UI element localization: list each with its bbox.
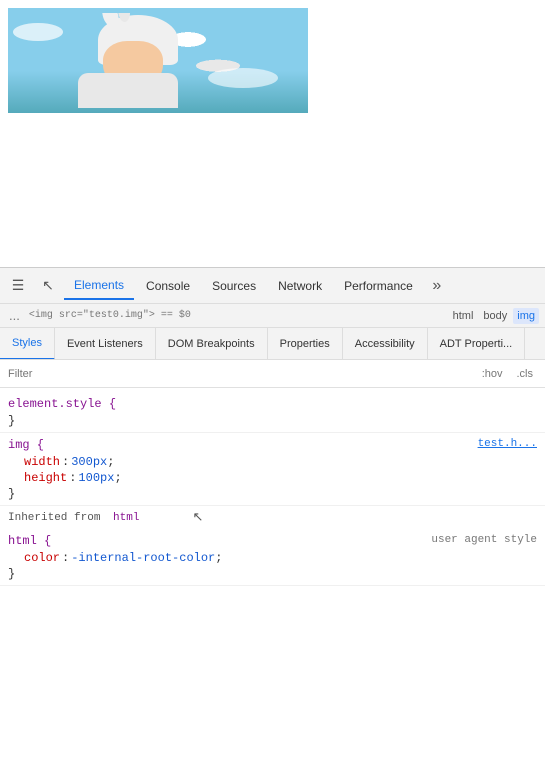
css-colon-2: : [69, 471, 76, 485]
css-prop-value-height: 100px [78, 471, 114, 485]
css-close-brace-element: } [0, 413, 545, 429]
breadcrumb-code[interactable]: <img src="test0.img"> == $0 [25, 308, 195, 323]
anime-image [8, 8, 308, 113]
css-selector-element: element.style { [8, 397, 116, 411]
css-source-link[interactable]: test.h... [478, 438, 537, 450]
css-close-brace-html: } [0, 566, 545, 582]
tab-elements[interactable]: Elements [64, 272, 134, 300]
breadcrumb-bar: ... <img src="test0.img"> == $0 html bod… [0, 304, 545, 328]
breadcrumb-html[interactable]: html [449, 308, 478, 324]
page-content [0, 0, 545, 267]
more-tabs-button[interactable]: » [425, 272, 449, 300]
subtab-properties[interactable]: Properties [268, 328, 343, 360]
filter-options: :hov .cls [478, 366, 537, 382]
css-semi-3: ; [215, 551, 222, 565]
subtab-styles[interactable]: Styles [0, 328, 55, 360]
css-colon-1: : [62, 455, 69, 469]
breadcrumb-dots: ... [6, 308, 23, 323]
css-prop-height: height : 100px ; [0, 470, 545, 486]
hov-filter[interactable]: :hov [478, 366, 507, 382]
css-rule-header-html: html { user agent style [0, 532, 545, 550]
css-semi-2: ; [114, 471, 121, 485]
filter-bar: :hov .cls [0, 360, 545, 388]
filter-input[interactable] [8, 368, 478, 380]
inherited-tag: html [113, 512, 139, 524]
inherited-text: Inherited from [8, 512, 100, 524]
user-agent-label: user agent style [431, 534, 537, 546]
css-prop-name-width: width [24, 455, 60, 469]
devtools-panel: ☰ ↖ Elements Console Sources Network Per… [0, 267, 545, 775]
tab-console[interactable]: Console [136, 272, 200, 300]
breadcrumb-img[interactable]: img [513, 308, 539, 324]
cloud-1 [13, 23, 63, 41]
inherited-label: Inherited from html ↖ [0, 506, 545, 529]
css-rule-header-element: element.style { [0, 395, 545, 413]
anime-character [68, 13, 248, 108]
css-rule-header-img: img { test.h... [0, 436, 545, 454]
tab-performance[interactable]: Performance [334, 272, 423, 300]
css-rule-img: img { test.h... width : 300px ; height :… [0, 433, 545, 506]
css-prop-width: width : 300px ; [0, 454, 545, 470]
css-rule-element-style: element.style { } [0, 392, 545, 433]
css-selector-img: img { [8, 438, 44, 452]
css-close-brace-img: } [0, 486, 545, 502]
css-rule-html: html { user agent style color : -interna… [0, 529, 545, 586]
cls-filter[interactable]: .cls [513, 366, 538, 382]
css-colon-3: : [62, 551, 69, 565]
subtab-dom-breakpoints[interactable]: DOM Breakpoints [156, 328, 268, 360]
subtab-event-listeners[interactable]: Event Listeners [55, 328, 156, 360]
tab-network[interactable]: Network [268, 272, 332, 300]
tab-sources[interactable]: Sources [202, 272, 266, 300]
devtools-toolbar: ☰ ↖ Elements Console Sources Network Per… [0, 268, 545, 304]
subtab-accessibility[interactable]: Accessibility [343, 328, 428, 360]
css-selector-html: html { [8, 534, 51, 548]
devtools-inspect-icon[interactable]: ↖ [34, 272, 62, 300]
css-semi-1: ; [107, 455, 114, 469]
cursor-icon: ↖ [192, 510, 203, 525]
character-clothes [78, 73, 178, 108]
styles-subtoolbar: Styles Event Listeners DOM Breakpoints P… [0, 328, 545, 360]
css-prop-name-color: color [24, 551, 60, 565]
css-prop-color: color : -internal-root-color ; [0, 550, 545, 566]
css-prop-value-width: 300px [71, 455, 107, 469]
devtools-icon-1[interactable]: ☰ [4, 272, 32, 300]
css-prop-value-color: -internal-root-color [71, 551, 215, 565]
subtab-adt[interactable]: ADT Properti... [428, 328, 526, 360]
styles-panel: element.style { } img { test.h... width … [0, 388, 545, 776]
css-prop-name-height: height [24, 471, 67, 485]
breadcrumb-body[interactable]: body [479, 308, 511, 324]
